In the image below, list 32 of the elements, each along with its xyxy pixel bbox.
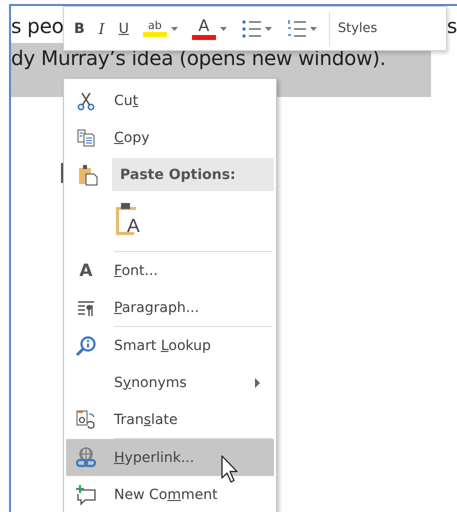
numbered-list-icon <box>286 18 306 38</box>
copy-icon <box>76 128 96 148</box>
font-color-button[interactable]: A <box>186 12 233 46</box>
menu-item[interactable]: A Font... <box>66 252 274 289</box>
menu-item[interactable]: Copy <box>66 119 274 156</box>
document-text: dy Murray’s idea (opens new window). <box>11 46 386 70</box>
clipboard-icon <box>78 164 98 186</box>
menu-item[interactable]: New Comment <box>66 476 274 512</box>
highlight-button[interactable]: ab <box>136 12 184 46</box>
menu-item[interactable]: Synonyms <box>66 364 274 401</box>
menu-item[interactable]: Cut <box>66 82 274 119</box>
menu-item[interactable]: Paragraph... <box>66 289 274 326</box>
translate-icon <box>75 408 97 430</box>
keep-text-only-button[interactable]: A <box>114 203 142 241</box>
styles-button[interactable]: Styles <box>328 12 384 46</box>
submenu-arrow-icon <box>255 378 260 388</box>
magnifier-icon <box>75 334 97 356</box>
underline-button[interactable]: U <box>112 12 135 46</box>
document-text: s <box>446 14 457 38</box>
menu-item[interactable]: Hyperlink... <box>66 439 274 476</box>
comment-icon <box>75 484 97 506</box>
font-icon: A <box>79 260 93 280</box>
scissors-icon <box>76 90 96 110</box>
hyperlink-icon <box>75 446 97 468</box>
text-cursor-icon <box>61 163 63 183</box>
menu-item[interactable]: Translate <box>66 401 274 438</box>
menu-item[interactable]: Smart Lookup <box>66 327 274 364</box>
document-text: s peo <box>11 14 64 38</box>
bullet-list-icon <box>240 18 261 38</box>
bold-button[interactable]: B <box>68 12 91 46</box>
italic-button[interactable]: I <box>92 12 111 46</box>
menu-section-header: Paste Options: <box>112 158 274 191</box>
